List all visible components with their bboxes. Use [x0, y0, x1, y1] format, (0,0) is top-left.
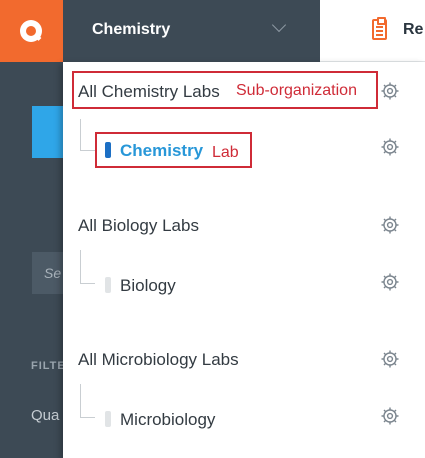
filters-heading: FILTE [31, 360, 63, 372]
lab-item-microbiology[interactable]: Microbiology [120, 410, 215, 430]
gear-icon[interactable] [380, 137, 400, 157]
tree-connector [80, 283, 95, 284]
annotation-label-sub-organization: Sub-organization [236, 82, 357, 99]
filter-item-quality[interactable]: Qua [31, 407, 63, 424]
gear-icon[interactable] [380, 272, 400, 292]
lab-color-marker [105, 277, 111, 293]
tree-connector [80, 119, 81, 150]
lab-item-biology[interactable]: Biology [120, 276, 176, 296]
org-selector-label: Chemistry [92, 21, 171, 38]
left-sidebar: Se FILTE Qua [0, 0, 63, 458]
lab-color-marker [105, 411, 111, 427]
gear-icon[interactable] [380, 215, 400, 235]
top-nav: Re [320, 0, 425, 62]
org-selector[interactable]: Chemistry [63, 0, 320, 62]
gear-icon[interactable] [380, 406, 400, 426]
tree-connector [80, 150, 95, 151]
tree-connector [80, 384, 81, 417]
app-logo[interactable] [0, 0, 63, 62]
tree-connector [80, 250, 81, 283]
clipboard-icon [372, 17, 387, 40]
annotation-label-lab: Lab [212, 144, 239, 161]
org-item-all-microbiology-labs[interactable]: All Microbiology Labs [78, 350, 239, 370]
gear-icon[interactable] [380, 81, 400, 101]
search-input[interactable]: Se [32, 252, 63, 294]
organization-dropdown: All Chemistry Labs Chemistry All Biology… [63, 62, 425, 458]
tree-connector [80, 417, 95, 418]
primary-action-button[interactable] [32, 106, 63, 158]
nav-item-reports[interactable]: Re [403, 21, 423, 39]
org-item-all-biology-labs[interactable]: All Biology Labs [78, 216, 199, 236]
gear-icon[interactable] [380, 349, 400, 369]
chevron-down-icon [271, 17, 287, 33]
q-logo-icon [20, 20, 42, 42]
